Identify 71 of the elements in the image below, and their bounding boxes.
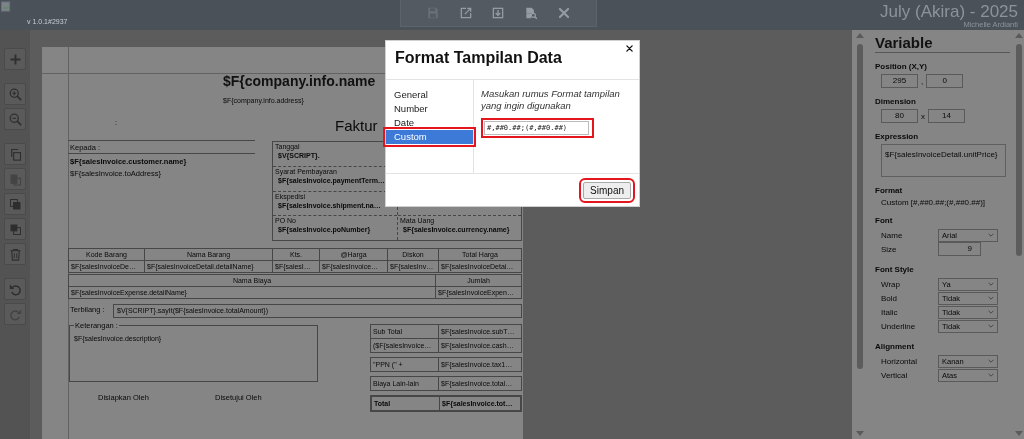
tool-button[interactable] [4, 48, 26, 70]
field-label: Bold [881, 293, 898, 303]
scroll-down-arrow-icon[interactable] [1015, 431, 1023, 436]
tool-button[interactable] [4, 83, 26, 105]
toolbar-button[interactable] [524, 6, 539, 20]
import-icon [491, 6, 506, 20]
tool-button[interactable] [4, 243, 26, 265]
field-label: Vertical [881, 370, 909, 380]
section-title: Format [875, 186, 904, 195]
caret-icon [988, 296, 994, 300]
height-input[interactable]: 14 [928, 109, 965, 123]
caret-icon [988, 324, 994, 328]
close-icon [625, 44, 634, 53]
separator-text: x [921, 111, 925, 121]
field-label: Horizontal [881, 356, 918, 366]
broken-image-icon [1, 1, 12, 13]
section-title: Font Style [875, 265, 915, 274]
section-title: Dimension [875, 97, 917, 106]
dialog-title: Format Tampilan Data [395, 49, 563, 67]
bring-front-icon [7, 196, 23, 212]
close-button[interactable] [625, 44, 634, 53]
field-label: Name [881, 230, 904, 240]
scroll-up-arrow-icon[interactable] [1015, 33, 1023, 38]
close-icon [556, 6, 571, 20]
width-input[interactable]: 80 [881, 109, 918, 123]
export-icon [458, 6, 473, 20]
format-hint: Masukan rumus Format tampilan yang ingin digunakan [481, 88, 621, 112]
section-title: Font [875, 216, 894, 225]
toolbar-button[interactable] [556, 6, 571, 20]
field-label: Italic [881, 307, 899, 317]
toolbar-button[interactable] [491, 6, 506, 20]
field-label: Underline [881, 321, 917, 331]
toolbar-button[interactable] [458, 6, 473, 20]
caret-icon [988, 310, 994, 314]
tool-button[interactable] [4, 193, 26, 215]
category-item[interactable]: Date [386, 116, 473, 130]
separator-text: , [921, 76, 924, 86]
field-label: Size [881, 244, 898, 254]
tool-button[interactable] [4, 143, 26, 165]
zoom-out-icon [7, 111, 23, 127]
x-input[interactable]: 295 [881, 74, 918, 88]
section-title: Expression [875, 132, 920, 141]
scrollbar-thumb[interactable] [857, 44, 863, 369]
scrollbar-thumb[interactable] [1016, 44, 1022, 256]
category-item[interactable]: Custom [386, 130, 473, 144]
size-input[interactable]: 9 [938, 242, 981, 256]
section-title: Position (X,Y) [875, 62, 928, 71]
panel-title: Variable [875, 34, 1010, 53]
y-input[interactable]: 0 [926, 74, 964, 88]
document-title: Faktur [335, 117, 378, 134]
caret-icon [988, 282, 994, 286]
scroll-up-arrow-icon[interactable] [856, 33, 864, 38]
tool-button[interactable] [4, 278, 26, 300]
category-item[interactable]: General [386, 88, 473, 102]
expression-field[interactable]: $F{salesInvoiceDetail.unitPrice} [881, 144, 1006, 177]
caret-icon [988, 373, 994, 377]
tool-button[interactable] [4, 218, 26, 240]
format-value: Custom [#,##0.##;(#,##0.##)] [880, 198, 987, 207]
tool-button[interactable] [4, 108, 26, 130]
scroll-down-arrow-icon[interactable] [856, 431, 864, 436]
scrollbar[interactable] [1015, 33, 1023, 436]
zoom-in-icon [7, 86, 23, 102]
report-title: $F{company.info.name [223, 73, 376, 89]
section-title: Alignment [875, 342, 916, 351]
field-label: Wrap [881, 279, 901, 289]
document-magnifier-icon [524, 6, 539, 20]
category-item[interactable]: Number [386, 102, 473, 116]
period-title: July (Akira) - 2025 [879, 3, 1018, 21]
caret-icon [988, 359, 994, 363]
scrollbar[interactable] [856, 33, 864, 436]
caret-icon [988, 233, 994, 237]
